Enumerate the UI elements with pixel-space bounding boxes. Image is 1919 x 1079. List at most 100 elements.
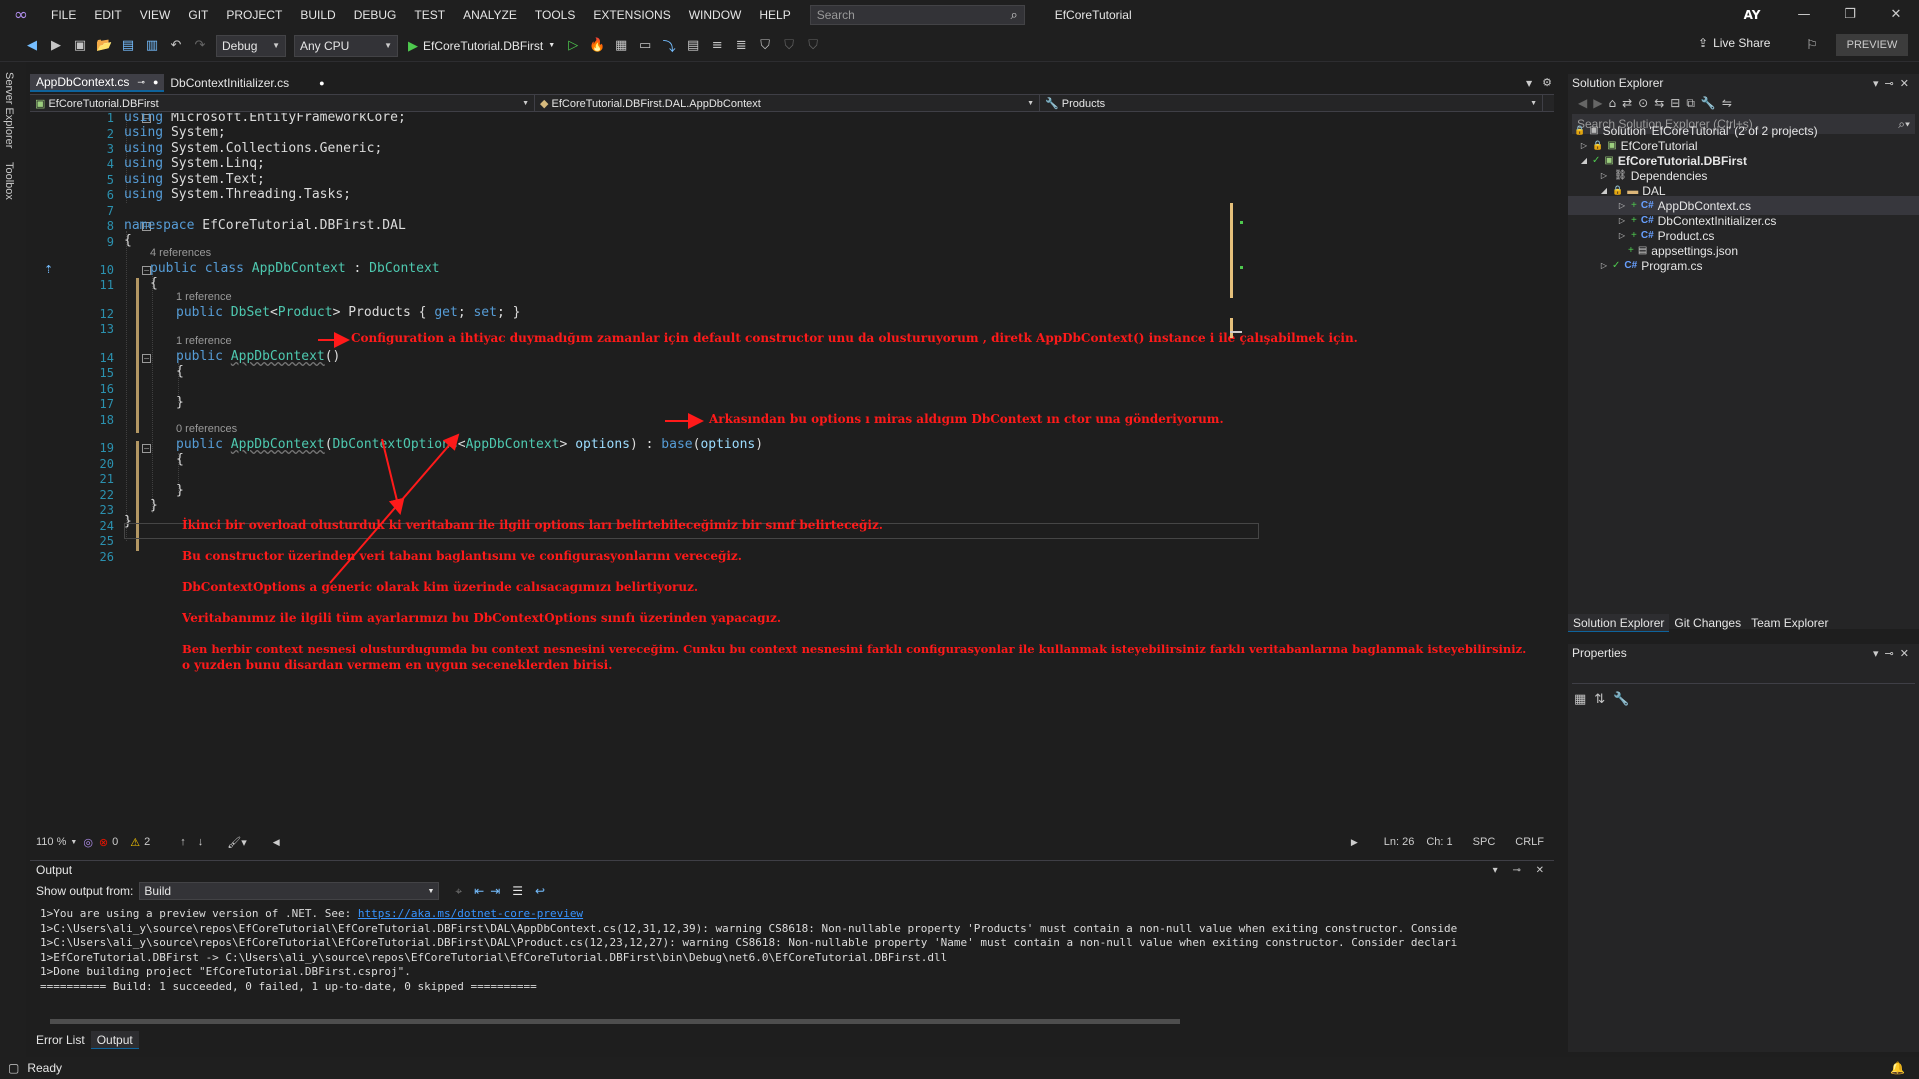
collapse-all-icon[interactable]: ⊟ <box>1670 96 1680 110</box>
undo-icon[interactable]: ↶ <box>168 38 184 53</box>
minimize-icon[interactable]: — <box>1781 0 1827 30</box>
previous-issue-icon[interactable]: ↑ <box>180 836 186 848</box>
tab-dbcontextinitializer[interactable]: DbContextInitializer.cs ● <box>164 74 330 92</box>
copilot-icon[interactable]: ◎ <box>83 836 93 849</box>
solution-configuration-select[interactable]: Debug ▼ <box>216 34 286 57</box>
tab-output[interactable]: Output <box>90 1031 139 1049</box>
tab-error-list[interactable]: Error List <box>30 1031 91 1049</box>
scroll-right-icon[interactable]: ▶ <box>1351 837 1358 848</box>
toggle-panel-icon[interactable]: ▤ <box>685 38 701 53</box>
expand-icon[interactable]: ▷ <box>1616 231 1628 240</box>
comment-icon[interactable]: ≡ <box>709 38 725 53</box>
warning-count[interactable]: ⚠ 2 <box>130 836 150 849</box>
close-icon[interactable]: ✕ <box>1873 0 1919 30</box>
start-without-debugging-icon[interactable]: ▷ <box>565 38 581 53</box>
next-issue-icon[interactable]: ↓ <box>198 836 204 848</box>
menu-help[interactable]: HELP <box>750 0 799 30</box>
output-link[interactable]: https://aka.ms/dotnet-core-preview <box>358 907 583 920</box>
gear-icon[interactable]: ⚙ <box>1542 76 1552 90</box>
forward-icon[interactable]: ▶ <box>1593 96 1602 110</box>
show-all-files-icon[interactable]: ⧉ <box>1686 96 1695 111</box>
properties-object-select[interactable] <box>1572 664 1915 684</box>
line-ending-indicator[interactable]: CRLF <box>1515 836 1544 848</box>
expand-icon[interactable]: ▷ <box>1598 171 1610 180</box>
member-dropdown[interactable]: 🔧 Products ▼ <box>1040 95 1543 111</box>
clear-all-icon[interactable]: ☰ <box>512 884 523 898</box>
type-dropdown[interactable]: ◆ EfCoreTutorial.DBFirst.DAL.AppDbContex… <box>535 95 1040 111</box>
navigate-forward-icon[interactable]: ▶ <box>48 38 64 53</box>
bookmark-icon[interactable]: ⛉ <box>757 38 773 53</box>
next-message-icon[interactable]: ⇥ <box>490 884 500 898</box>
navigate-back-icon[interactable]: ◀ <box>24 38 40 53</box>
menu-file[interactable]: FILE <box>42 0 85 30</box>
menu-edit[interactable]: EDIT <box>85 0 130 30</box>
feedback-icon[interactable]: ⚐ <box>1804 38 1820 53</box>
layout-icon[interactable]: ▭ <box>637 38 653 53</box>
prev-message-icon[interactable]: ⇤ <box>474 884 484 898</box>
project-dropdown[interactable]: ▣ EfCoreTutorial.DBFirst ▼ <box>30 95 535 111</box>
menu-debug[interactable]: DEBUG <box>345 0 406 30</box>
categorized-icon[interactable]: ▦ <box>1574 692 1586 707</box>
collapse-icon[interactable]: ◢ <box>1598 186 1610 195</box>
zoom-select[interactable]: 110 % ▼ <box>36 836 77 848</box>
output-source-select[interactable]: Build ▼ <box>139 882 440 900</box>
menu-build[interactable]: BUILD <box>291 0 344 30</box>
line-indicator[interactable]: Ln: 26 <box>1384 836 1415 848</box>
tab-team-explorer[interactable]: Team Explorer <box>1746 614 1833 632</box>
account-avatar[interactable]: AY <box>1741 6 1763 24</box>
expand-icon[interactable]: ▷ <box>1616 201 1628 210</box>
panel-controls-icon[interactable]: ▾⊸✕ <box>1873 77 1915 90</box>
save-icon[interactable]: ▤ <box>120 38 136 53</box>
preview-selected-icon[interactable]: ⇋ <box>1722 96 1732 110</box>
restore-icon[interactable]: ❐ <box>1827 0 1873 30</box>
global-search-input[interactable]: Search ⌕ <box>809 5 1025 25</box>
home-icon[interactable]: ⌂ <box>1608 96 1616 110</box>
tab-appdbcontext[interactable]: AppDbContext.cs ⊸ ● <box>30 74 165 92</box>
browser-link-icon[interactable]: ▦ <box>613 38 629 53</box>
collapse-icon[interactable]: ◢ <box>1578 156 1590 165</box>
save-all-icon[interactable]: ▥ <box>144 38 160 53</box>
find-message-icon[interactable]: ⌖ <box>455 884 462 899</box>
next-bookmark-icon[interactable]: ⛉ <box>805 38 821 53</box>
panel-controls-icon[interactable]: ▾ ⊸ ✕ <box>1493 865 1550 876</box>
toolbox-tab[interactable]: Toolbox <box>3 162 15 200</box>
unsaved-dot-icon[interactable]: ● <box>319 78 324 88</box>
unsaved-dot-icon[interactable]: ● <box>153 77 158 87</box>
word-wrap-icon[interactable]: ↩ <box>535 884 545 898</box>
code-cleanup-icon[interactable]: 🖌▾ <box>227 836 247 849</box>
whitespace-indicator[interactable]: SPC <box>1473 836 1496 848</box>
redo-icon[interactable]: ↷ <box>192 38 208 53</box>
pin-icon[interactable]: ⊸ <box>137 77 145 88</box>
tab-git-changes[interactable]: Git Changes <box>1669 614 1746 632</box>
prev-bookmark-icon[interactable]: ⛉ <box>781 38 797 53</box>
preview-button[interactable]: PREVIEW <box>1836 34 1908 56</box>
output-horizontal-scrollbar[interactable] <box>40 1017 1540 1025</box>
sync-icon[interactable]: ⇆ <box>1654 96 1664 110</box>
expand-icon[interactable]: ▷ <box>1578 141 1590 150</box>
pending-changes-icon[interactable]: ⊙ <box>1638 96 1648 110</box>
error-count[interactable]: ⊗ 0 <box>99 836 118 849</box>
server-explorer-tab[interactable]: Server Explorer <box>3 72 15 148</box>
solution-platform-select[interactable]: Any CPU ▼ <box>294 34 398 57</box>
column-indicator[interactable]: Ch: 1 <box>1426 836 1452 848</box>
menu-window[interactable]: WINDOW <box>680 0 751 30</box>
new-project-icon[interactable]: ▣ <box>72 38 88 53</box>
tab-list-chevron-icon[interactable]: ▼ <box>1526 79 1532 88</box>
tree-file-program[interactable]: ▷ ✓ C# Program.cs <box>1598 256 1703 275</box>
menu-view[interactable]: VIEW <box>131 0 180 30</box>
menu-tools[interactable]: TOOLS <box>526 0 584 30</box>
notifications-icon[interactable]: 🔔 <box>1890 1061 1905 1075</box>
menu-analyze[interactable]: ANALYZE <box>454 0 526 30</box>
property-pages-icon[interactable]: 🔧 <box>1613 692 1629 707</box>
tab-solution-explorer[interactable]: Solution Explorer <box>1568 614 1670 632</box>
menu-test[interactable]: TEST <box>405 0 454 30</box>
start-debugging-button[interactable]: ▶ EfCoreTutorial.DBFirst ▼ <box>408 38 555 54</box>
back-icon[interactable]: ◀ <box>1578 96 1587 110</box>
menu-project[interactable]: PROJECT <box>217 0 291 30</box>
menu-git[interactable]: GIT <box>179 0 217 30</box>
alphabetical-icon[interactable]: ⇅ <box>1594 692 1605 707</box>
live-share-button[interactable]: ⇪ Live Share <box>1698 36 1770 50</box>
expand-icon[interactable]: ▷ <box>1598 261 1610 270</box>
hot-reload-icon[interactable]: 🔥 <box>589 38 605 53</box>
menu-extensions[interactable]: EXTENSIONS <box>584 0 679 30</box>
